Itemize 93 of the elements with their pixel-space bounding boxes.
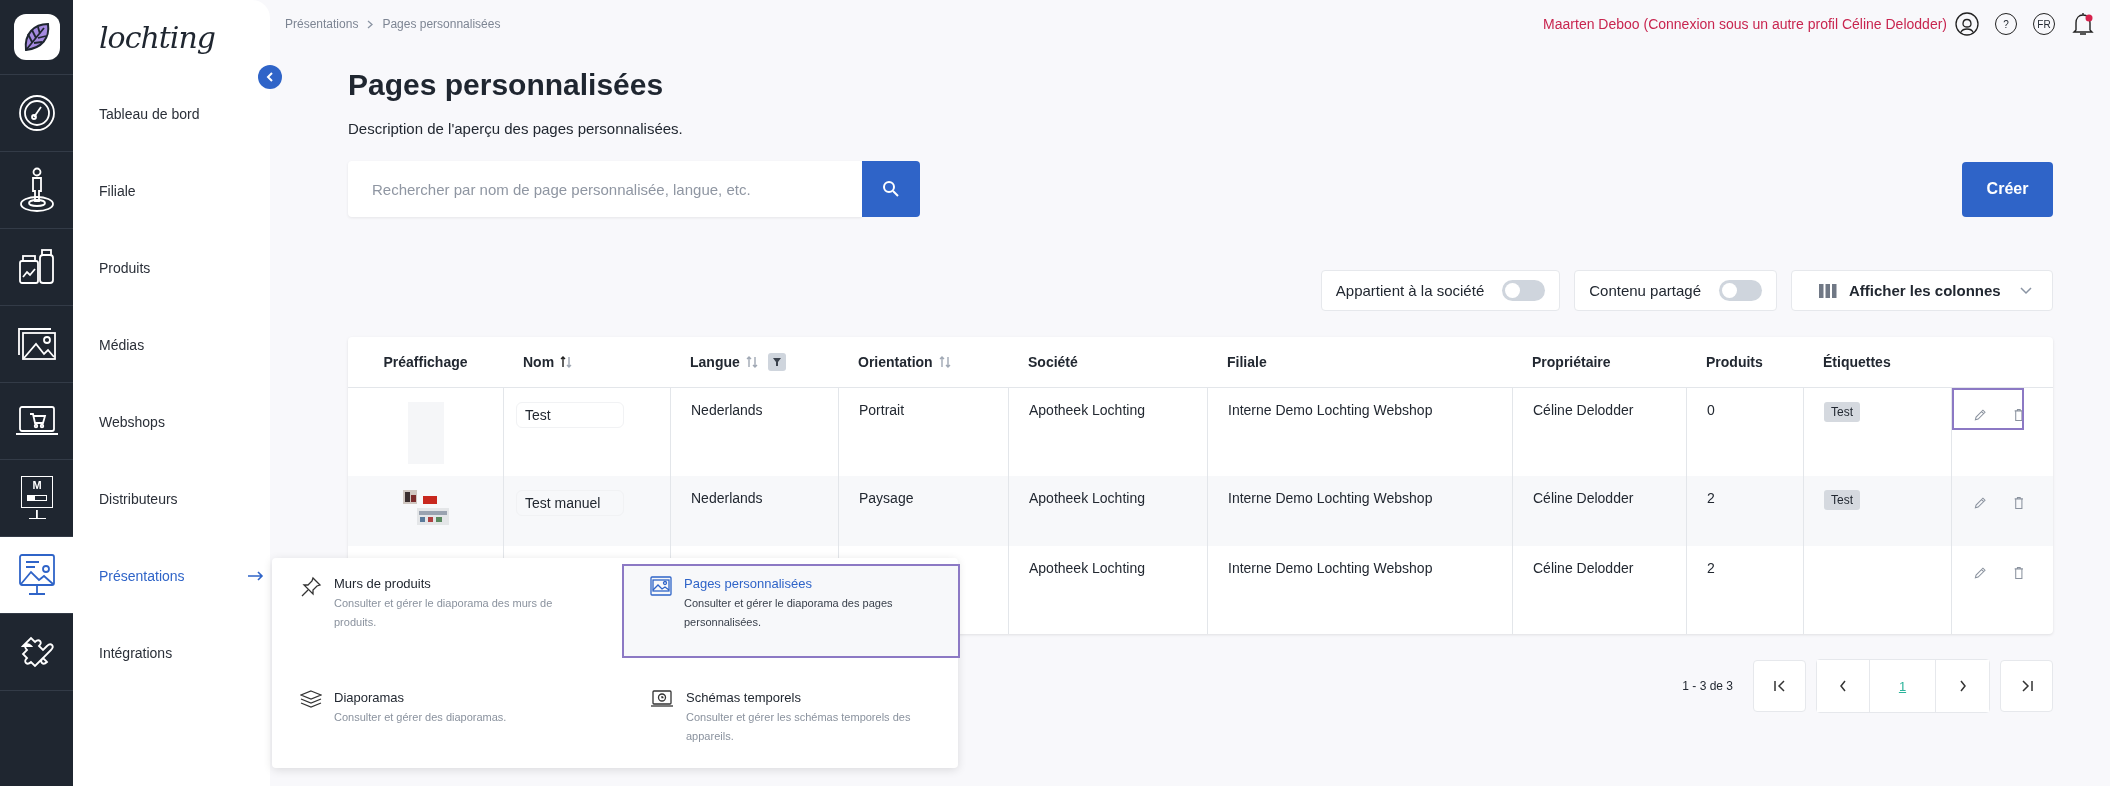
bell-icon[interactable]	[2071, 11, 2095, 37]
nav-item[interactable]: Filiale	[73, 152, 270, 229]
search-button[interactable]	[862, 161, 920, 217]
monitor-clock-icon	[650, 690, 674, 708]
table-cell: Interne Demo Lochting Webshop	[1228, 402, 1433, 418]
submenu-description: Consulter et gérer des diaporamas.	[334, 710, 508, 725]
filter-button[interactable]	[767, 353, 786, 371]
nav-item[interactable]: Intégrations	[73, 614, 270, 691]
chevron-left-icon	[1839, 680, 1847, 692]
toggle-label: Appartient à la société	[1335, 282, 1485, 299]
trash-icon[interactable]	[2014, 564, 2024, 582]
table-cell: Céline Delodder	[1533, 560, 1634, 576]
first-page-icon	[1772, 680, 1787, 692]
column-header: Langue	[690, 354, 740, 370]
table-cell: 2	[1707, 490, 1715, 506]
sort-icon[interactable]	[560, 355, 573, 369]
breadcrumb-link[interactable]: Présentations	[285, 17, 359, 31]
column-header: Produits	[1706, 354, 1763, 370]
toggle-switch[interactable]	[1502, 280, 1546, 301]
submenu-description: Consulter et gérer le diaporama des pages personnalisées.	[684, 596, 894, 631]
collapse-button[interactable]	[258, 65, 282, 89]
column-header: Étiquettes	[1823, 354, 1891, 370]
submenu-item[interactable]: Diaporamas Consulter et gérer des diaporamas.	[272, 658, 622, 768]
search-field[interactable]: Rechercher par nom de page personnalisée, langue, etc.	[348, 161, 862, 217]
search-icon	[882, 180, 900, 198]
submenu-item[interactable]: Pages personnalisées Consulter et gérer le diaporama des pages personnalisées.	[622, 564, 960, 658]
toggle-label: Contenu partagé	[1589, 282, 1701, 299]
page-description: Description de l'aperçu des pages personnalisées.	[348, 120, 684, 137]
image-icon	[650, 576, 672, 596]
submenu-description: Consulter et gérer le diaporama des murs de produits.	[334, 596, 554, 631]
table-cell: Apotheek Lochting	[1029, 560, 1145, 576]
submenu-description: Consulter et gérer les schémas temporels des appareils.	[686, 710, 912, 745]
submenu-title: Murs de produits	[334, 576, 432, 591]
nav-item[interactable]: Présentations	[73, 537, 270, 614]
chevron-icon	[367, 19, 374, 29]
images-icon	[15, 326, 58, 362]
table-cell: 2	[1707, 560, 1715, 576]
table-cell: Nederlands	[691, 402, 763, 418]
nav-item[interactable]: Produits	[73, 229, 270, 306]
tag-chip: Test	[1824, 402, 1860, 422]
leaf-logo-icon	[13, 14, 60, 60]
column-header: Nom	[523, 354, 555, 370]
pin-icon	[300, 576, 322, 598]
name-cell: Test manuel	[516, 490, 624, 516]
last-page-icon	[2019, 680, 2034, 692]
columns-icon	[1819, 283, 1837, 298]
column-header: Propriétaire	[1532, 354, 1611, 370]
chevron-down-icon	[2020, 286, 2032, 295]
profile-icon[interactable]	[1955, 12, 1979, 36]
bottles-icon	[16, 247, 57, 287]
columns-dropdown[interactable]: Afficher les colonnes	[1791, 270, 2053, 311]
chevron-left-icon	[266, 72, 274, 82]
table-cell: Céline Delodder	[1533, 402, 1634, 418]
table-cell: Apotheek Lochting	[1029, 490, 1145, 506]
chevron-right-icon	[1958, 680, 1967, 692]
table-cell: Interne Demo Lochting Webshop	[1228, 560, 1433, 576]
column-header: Société	[1028, 354, 1078, 370]
tag-chip: Test	[1824, 490, 1860, 510]
laptop-cart-icon	[13, 404, 60, 438]
presentation-icon	[16, 552, 57, 598]
trash-icon[interactable]	[2014, 406, 2024, 424]
table-cell: Apotheek Lochting	[1029, 402, 1145, 418]
nav-item[interactable]: Médias	[73, 306, 270, 383]
table-cell: Portrait	[859, 402, 905, 418]
user-name[interactable]: Maarten Deboo (Connexion sous un autre profil Céline Delodder)	[1543, 16, 1947, 32]
nav-item[interactable]: Tableau de bord	[73, 75, 270, 152]
brand-logo: lochting	[99, 20, 215, 55]
submenu-title: Diaporamas	[334, 690, 406, 705]
column-header: Filiale	[1227, 354, 1267, 370]
table-cell: Interne Demo Lochting Webshop	[1228, 490, 1433, 506]
table-cell: 0	[1707, 402, 1715, 418]
breadcrumb-current: Pages personnalisées	[382, 17, 501, 31]
table-cell: Céline Delodder	[1533, 490, 1634, 506]
name-cell: Test	[516, 402, 624, 428]
gauge-icon	[16, 93, 57, 133]
submenu-item[interactable]: Schémas temporels Consulter et gérer les schémas temporels des appareils.	[622, 658, 958, 768]
nav-item[interactable]: Webshops	[73, 383, 270, 460]
toggle-switch[interactable]	[1719, 280, 1762, 301]
column-header: Préaffichage	[383, 354, 468, 370]
column-header: Orientation	[858, 354, 933, 370]
table-cell: Nederlands	[691, 490, 763, 506]
funnel-icon	[772, 358, 781, 366]
layers-icon	[300, 690, 322, 708]
page-title: Pages personnalisées	[348, 68, 665, 102]
pagination-range: 1 - 3 de 3	[1682, 679, 1733, 693]
submenu-title: Schémas temporels	[686, 690, 802, 705]
create-button[interactable]: Créer	[1962, 161, 2053, 217]
submenu-item[interactable]: Murs de produits Consulter et gérer le diaporama des murs de produits.	[272, 564, 622, 658]
table-cell: Paysage	[859, 490, 914, 506]
nav-item[interactable]: Distributeurs	[73, 460, 270, 537]
arrow-icon	[248, 570, 264, 581]
trash-icon[interactable]	[2014, 494, 2024, 512]
submenu-title: Pages personnalisées	[684, 576, 813, 591]
